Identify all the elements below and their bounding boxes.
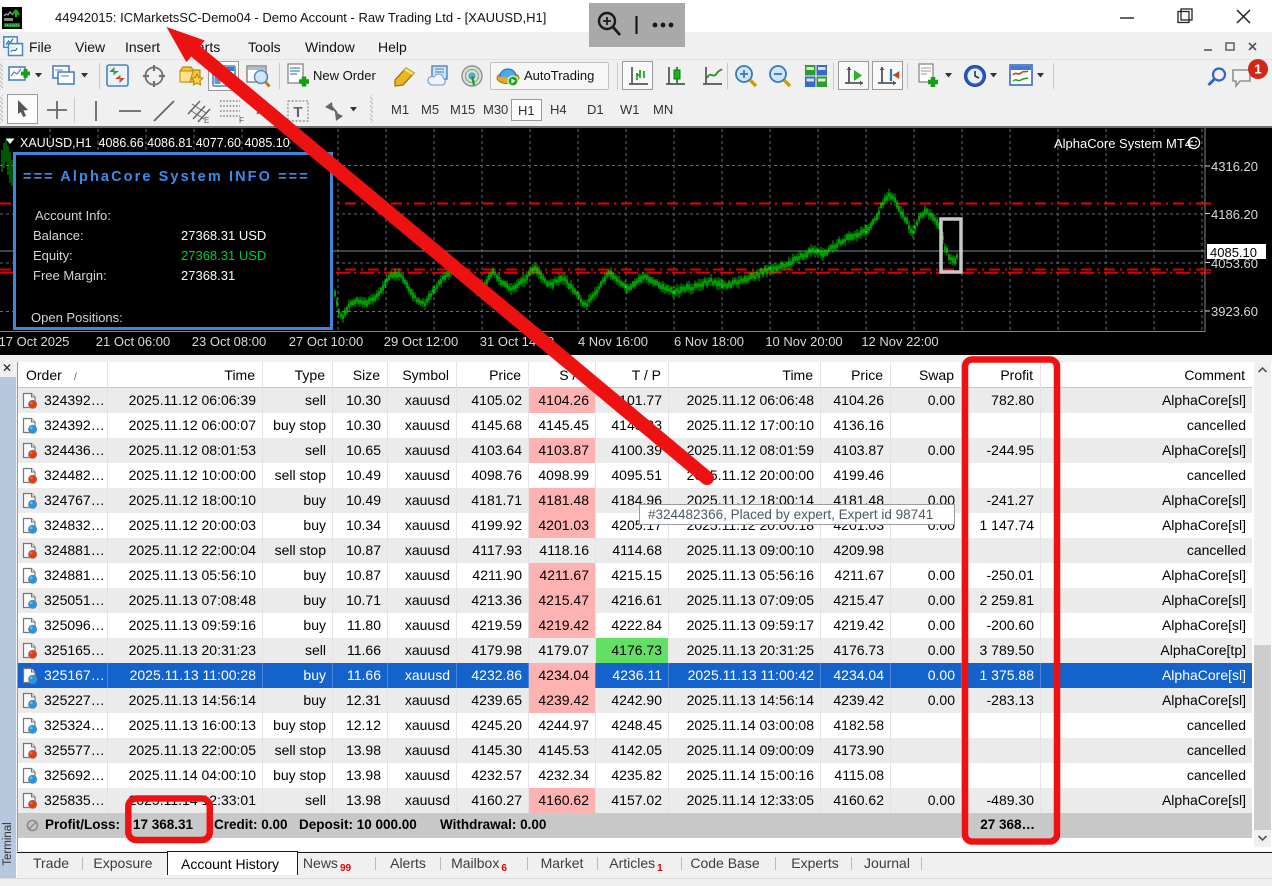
svg-text:E: E <box>204 116 209 124</box>
svg-text:F: F <box>239 116 244 124</box>
svg-text:Markets: Markets <box>5 23 19 28</box>
svg-text:1: 1 <box>1254 62 1261 77</box>
svg-text:T: T <box>293 104 302 121</box>
